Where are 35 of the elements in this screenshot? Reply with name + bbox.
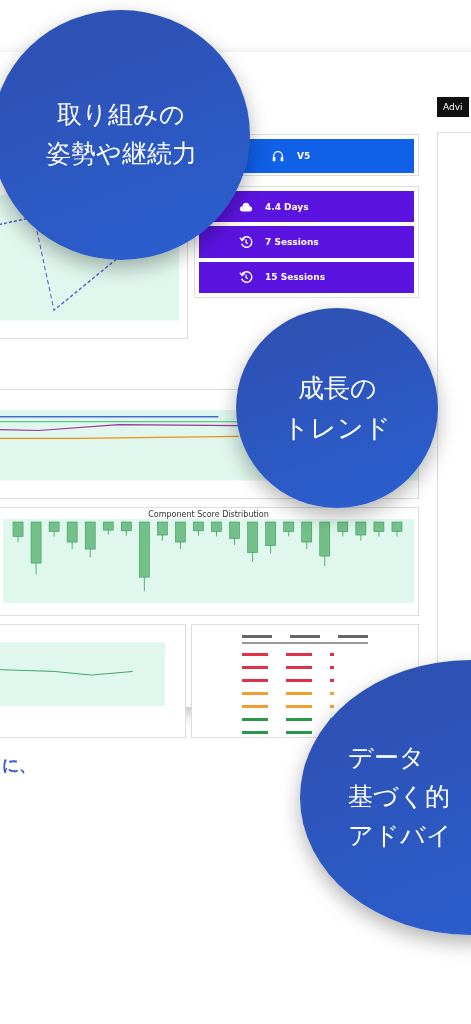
box-plot bbox=[391, 521, 403, 537]
box-plot bbox=[30, 521, 42, 575]
panel-label: Advi bbox=[437, 97, 469, 117]
box-plot bbox=[247, 521, 258, 563]
box-plot bbox=[102, 521, 114, 536]
box-plot bbox=[373, 521, 385, 537]
box-plot bbox=[139, 521, 150, 592]
history-icon bbox=[239, 235, 253, 249]
stat-value: 15 Sessions bbox=[265, 272, 325, 283]
box-plot bbox=[12, 521, 24, 543]
chart-title: Component Score Distribution bbox=[147, 510, 270, 519]
box-plot bbox=[157, 521, 168, 542]
history-icon bbox=[239, 270, 253, 285]
box-plot bbox=[211, 521, 222, 537]
callout-text: データ 基づく的 アドバイ bbox=[348, 742, 452, 852]
caption-text: に、 bbox=[2, 754, 36, 777]
box-plot bbox=[283, 521, 294, 537]
box-plot bbox=[66, 521, 78, 550]
headphones-icon bbox=[271, 149, 285, 163]
box-plot bbox=[229, 521, 240, 546]
box-plot bbox=[301, 521, 313, 550]
stat-value: V5 bbox=[297, 151, 311, 161]
box-plot bbox=[121, 521, 132, 536]
box-plot bbox=[319, 521, 331, 567]
box-plot bbox=[175, 521, 186, 550]
stat-value: 4.4 Days bbox=[265, 201, 309, 212]
callout-text: 取り組みの 姿勢や継続力 bbox=[45, 99, 197, 170]
box-plot bbox=[265, 521, 276, 554]
callout-text: 成長の トレンド bbox=[283, 371, 391, 445]
box-plot bbox=[337, 521, 349, 537]
box-plot bbox=[355, 521, 367, 542]
stat-value: 7 Sessions bbox=[265, 237, 319, 247]
box-plot bbox=[193, 521, 204, 536]
box-plot bbox=[84, 521, 96, 558]
box-plot bbox=[48, 521, 60, 537]
